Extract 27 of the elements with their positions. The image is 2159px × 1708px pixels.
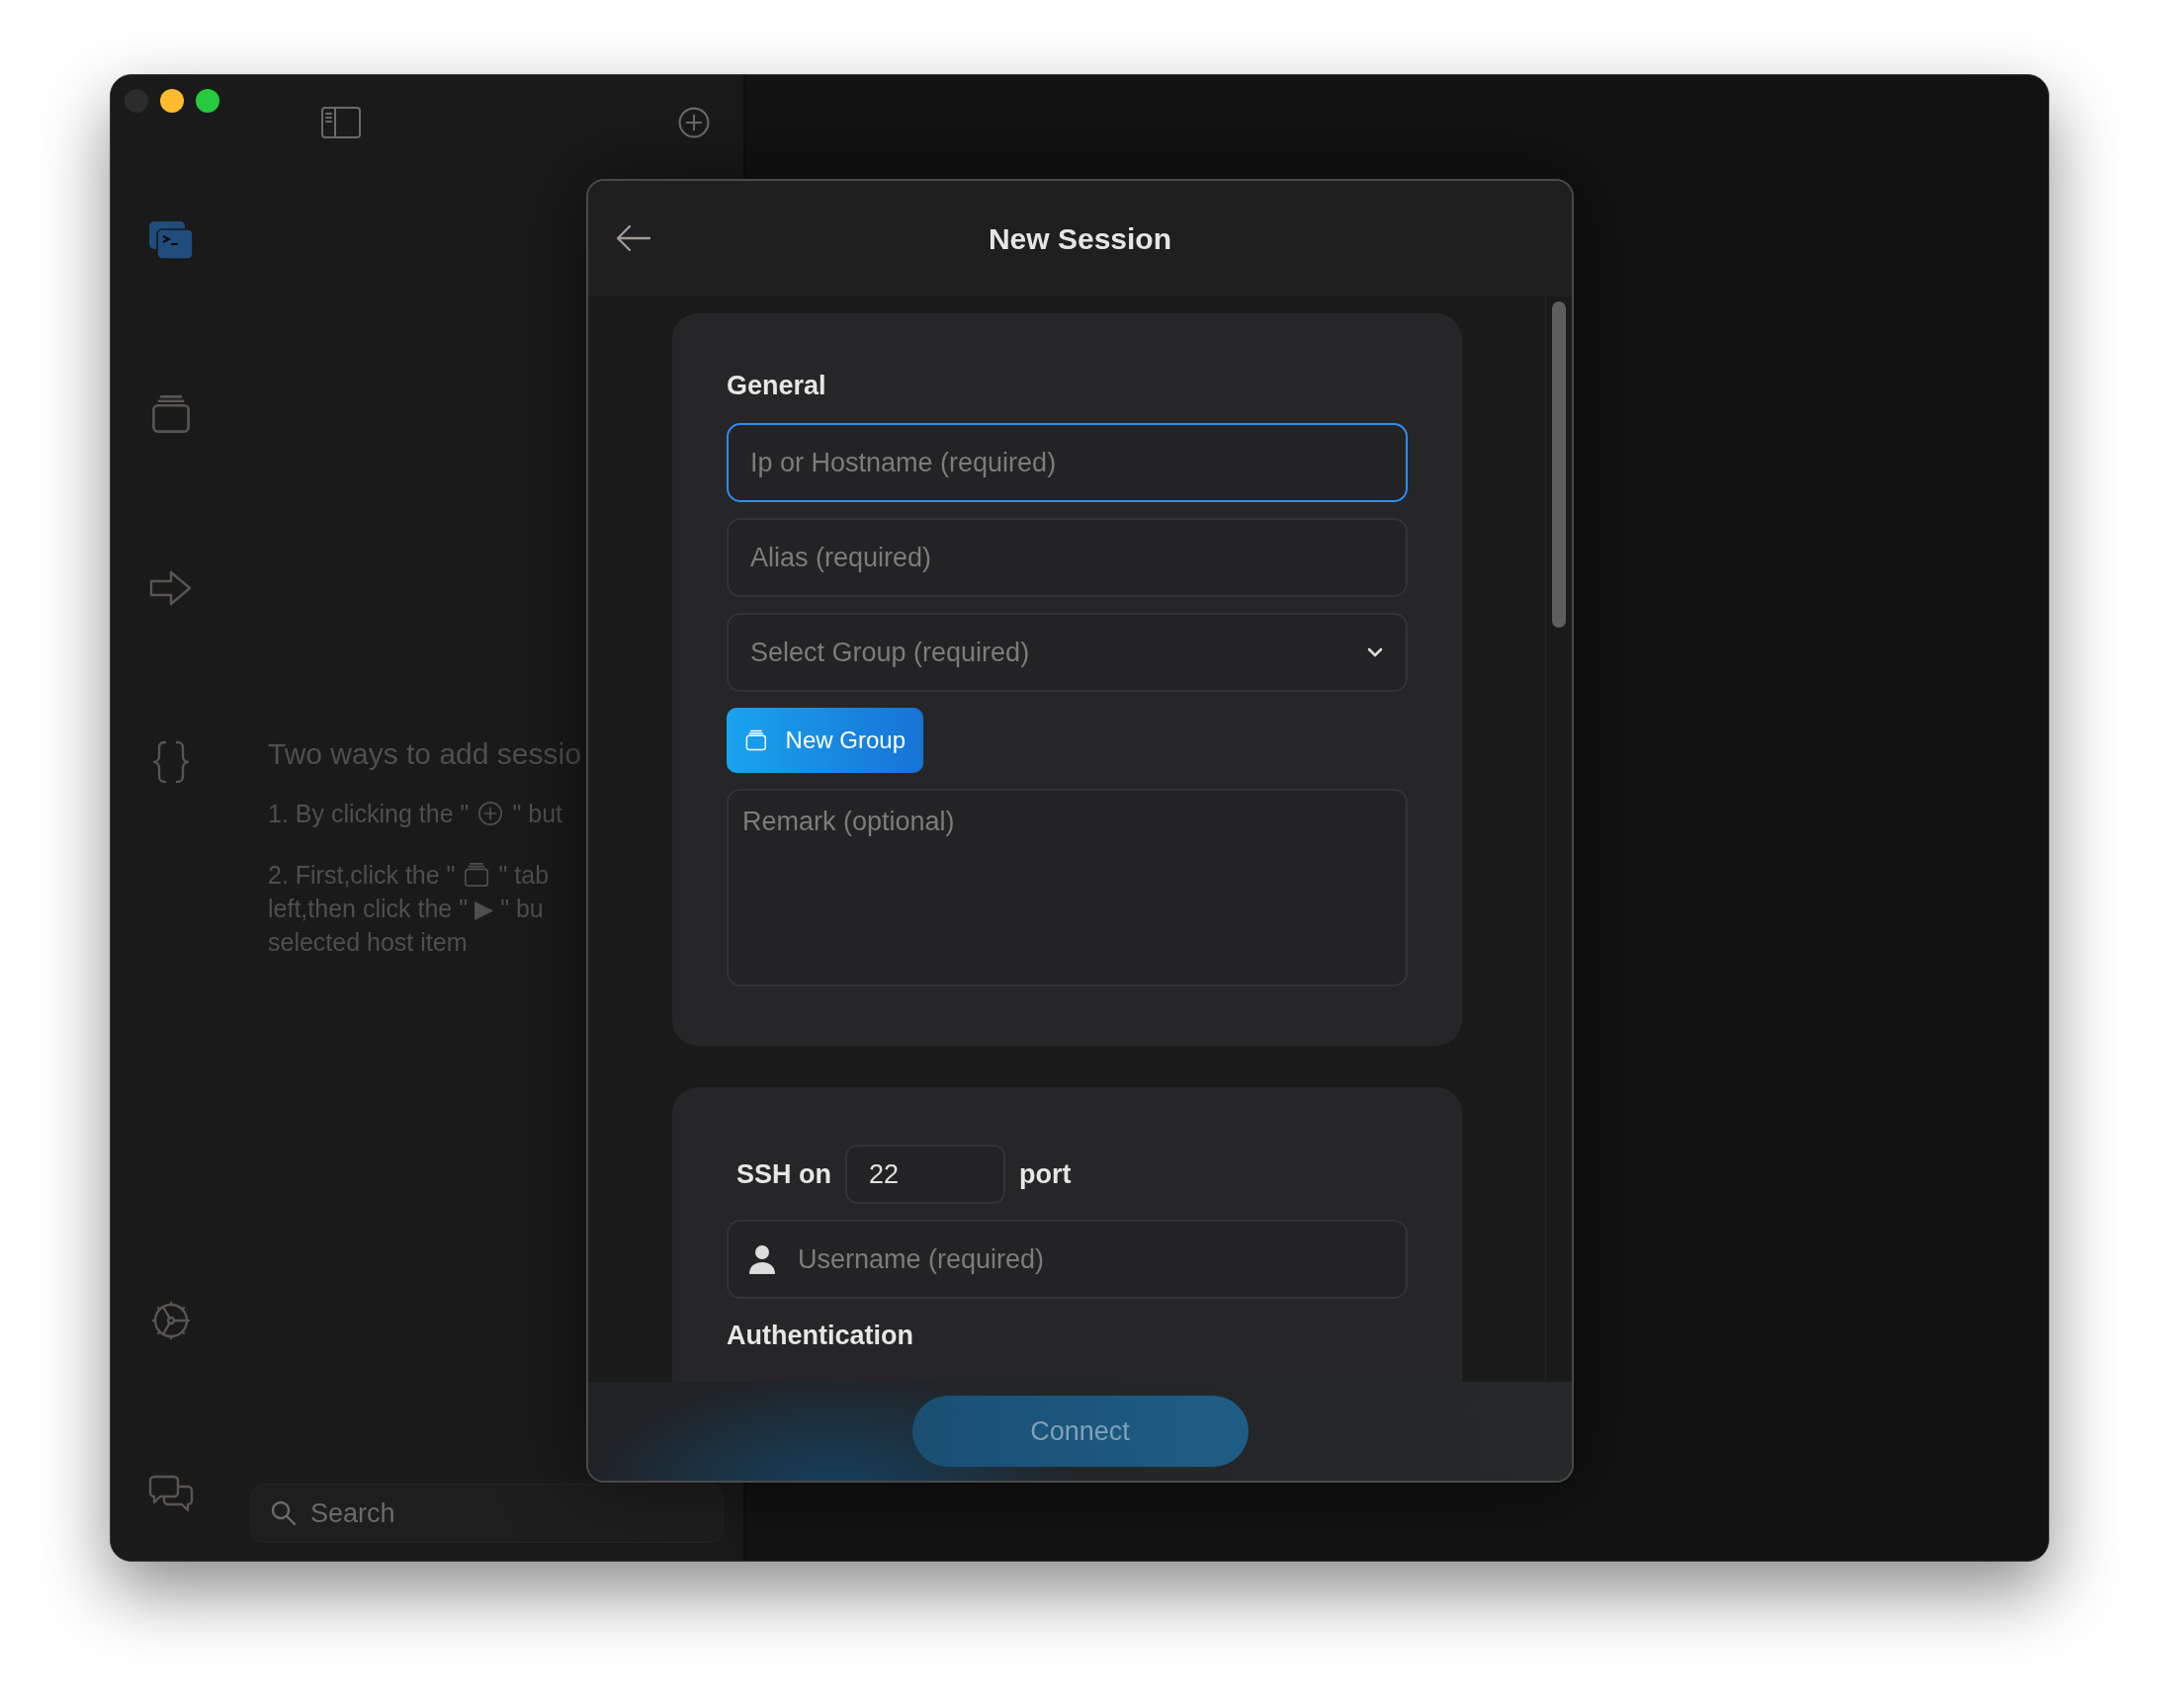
new-group-button[interactable]: New Group bbox=[727, 708, 923, 773]
sidebar-toggle-icon bbox=[321, 107, 361, 138]
port-field[interactable]: 22 bbox=[845, 1145, 1005, 1204]
search-field[interactable]: Search bbox=[250, 1484, 724, 1543]
braces-icon bbox=[150, 739, 191, 785]
user-icon bbox=[748, 1244, 776, 1274]
add-icon bbox=[476, 800, 505, 827]
chevron-down-icon bbox=[1366, 646, 1384, 658]
search-icon bbox=[270, 1499, 298, 1527]
group-select[interactable]: Select Group (required) bbox=[727, 613, 1408, 692]
text-field[interactable]: Alias (required) bbox=[727, 518, 1408, 597]
text-field[interactable]: Ip or Hostname (required) bbox=[727, 423, 1408, 502]
arrow-right-icon bbox=[147, 568, 194, 608]
terminal-icon bbox=[147, 220, 194, 260]
stack-icon bbox=[463, 861, 491, 889]
chat-icon bbox=[147, 1475, 194, 1514]
remark-field[interactable]: Remark (optional) bbox=[727, 789, 1408, 986]
dialog-title: New Session bbox=[988, 221, 1172, 256]
port-label: port bbox=[1019, 1158, 1072, 1190]
add-icon bbox=[676, 105, 712, 140]
ssh-label: SSH on bbox=[736, 1158, 831, 1190]
username-field[interactable]: Username (required) bbox=[727, 1220, 1408, 1299]
minimize-window-button[interactable] bbox=[160, 89, 184, 113]
section-heading: Authentication bbox=[727, 1321, 914, 1351]
maximize-window-button[interactable] bbox=[196, 89, 219, 113]
section-heading: General bbox=[727, 371, 827, 401]
scrollbar[interactable] bbox=[1552, 301, 1566, 628]
